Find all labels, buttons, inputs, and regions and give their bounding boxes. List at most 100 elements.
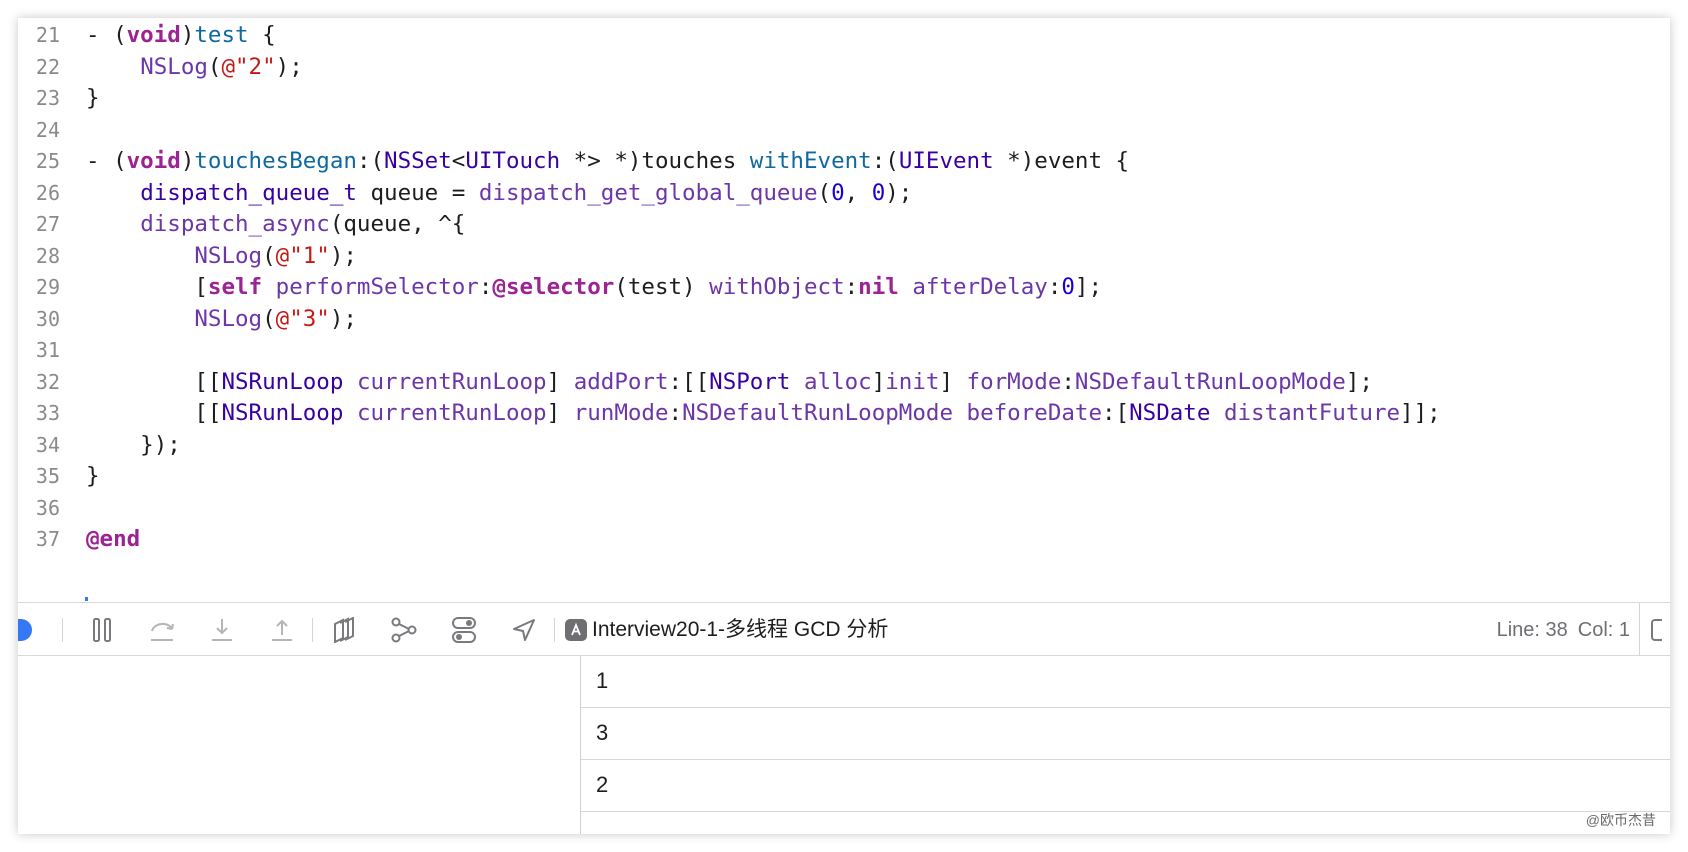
code-token: NSSet [384,148,452,174]
code-token: }); [86,431,181,458]
code-token: @"2" [221,53,276,80]
view-hierarchy-button[interactable] [322,603,366,657]
breakpoints-toggle-button[interactable] [18,619,32,641]
line-number: 30 [35,306,60,331]
code-token: : [1047,274,1062,300]
code-token: ); [329,242,357,269]
sidebar-toggle-icon [1651,619,1662,641]
code-token: 0 [1061,274,1075,300]
code-text: [[NSRunLoop currentRunLoop] addPort:[[NS… [86,365,1373,399]
code-line[interactable]: 21 - (void)test { [18,18,1670,52]
line-number: 29 [35,275,60,299]
step-over-button[interactable] [140,603,184,657]
code-token: queue = [356,179,479,206]
code-line[interactable]: 32 [[NSRunLoop currentRunLoop] addPort:[… [18,365,1670,399]
code-text: - (void)touchesBegan:(NSSet<UITouch *> *… [86,144,1129,178]
code-token: ] [939,368,967,395]
code-token: : [478,274,493,300]
panel-toggle-button[interactable] [1639,603,1670,657]
line-number: 26 [35,180,60,205]
line-number: 23 [35,86,60,110]
code-token: ( [262,242,276,269]
code-line[interactable]: 30 NSLog(@"3"); [18,302,1670,336]
environment-overrides-icon [452,617,476,643]
code-token: ] [871,368,886,395]
code-token: @"1" [275,242,330,269]
code-token: ( [817,179,832,206]
code-token: 0 [831,179,845,206]
app-icon [565,619,587,641]
code-line[interactable]: 34 }); [18,428,1670,462]
variables-view[interactable] [18,656,581,834]
console-output[interactable]: 132 [581,656,1670,834]
code-line[interactable]: 33 [[NSRunLoop currentRunLoop] runMode:N… [18,396,1670,430]
console-line: 2 [581,760,1670,812]
code-line[interactable]: 27 dispatch_async(queue, ^{ [18,207,1670,241]
code-token: @"3" [275,305,330,332]
code-text: NSLog(@"2"); [86,50,303,84]
code-token: currentRunLoop [356,368,547,395]
step-out-button[interactable] [260,603,304,657]
step-into-button[interactable] [200,603,244,657]
code-token: NSLog [194,242,263,269]
line-number: 34 [35,432,60,457]
watermark: @欧币杰昔 [1585,812,1656,828]
code-editor[interactable]: 21- (void)test {22 NSLog(@"2"); 23} 24 25- … [18,18,1670,598]
code-token: nil [858,274,899,300]
line-number: 33 [35,401,60,425]
code-token: : [844,274,859,300]
code-token: : [1061,368,1075,395]
code-line[interactable]: 25- (void)touchesBegan:(NSSet<UITouch *>… [18,144,1670,178]
code-token: - ( [86,22,127,48]
code-token: *> *)touches [560,148,750,174]
code-token: [ [86,274,208,300]
code-text: @end [86,522,140,556]
code-text: dispatch_queue_t queue = dispatch_get_gl… [86,176,912,210]
pause-button[interactable] [80,603,124,657]
code-token: touchesBegan [194,148,357,174]
simulate-location-icon [513,619,535,641]
code-token: dispatch_async [140,211,330,237]
code-line[interactable]: 37 @end [18,522,1670,556]
code-token: NSLog [194,305,263,332]
console-line: 1 [581,656,1670,708]
scheme-name[interactable]: Interview20-1-多线程 GCD 分析 [592,603,888,657]
code-token: ); [329,305,357,332]
code-line[interactable]: 23} [18,81,1670,115]
code-token: 0 [871,179,886,206]
code-token: ( [262,305,276,332]
insertion-caret [85,597,88,601]
code-token: : [668,400,683,426]
code-token: NSPort [709,368,791,395]
code-token: (queue, ^{ [329,211,466,237]
code-line[interactable]: 36 [18,491,1670,525]
code-token: [[ [86,400,222,426]
code-token: alloc [803,368,872,395]
code-token: withEvent [749,148,872,174]
code-line[interactable]: 26 dispatch_queue_t queue = dispatch_get… [18,176,1670,210]
memory-graph-button[interactable] [382,603,426,657]
code-token: @selector [492,274,615,300]
code-line[interactable]: 31 [18,333,1670,367]
code-line[interactable]: 35} [18,459,1670,493]
code-token: ); [275,53,303,80]
code-token: NSLog [140,53,208,80]
code-text: NSLog(@"1"); [86,239,357,273]
environment-overrides-button[interactable] [442,603,486,657]
code-line[interactable]: 29 [self performSelector:@selector(test)… [18,270,1670,304]
code-token: [[ [86,368,222,395]
code-line[interactable]: 22 NSLog(@"2"); [18,50,1670,84]
code-text: [[NSRunLoop currentRunLoop] runMode:NSDe… [86,396,1441,430]
code-line[interactable]: 28 NSLog(@"1"); [18,239,1670,273]
code-token: ]]; [1400,400,1441,426]
code-line[interactable]: 24 [18,113,1670,147]
step-over-icon [151,623,174,641]
line-number: 21 [35,23,60,47]
simulate-location-button[interactable] [502,603,546,657]
line-number: 37 [35,527,60,551]
